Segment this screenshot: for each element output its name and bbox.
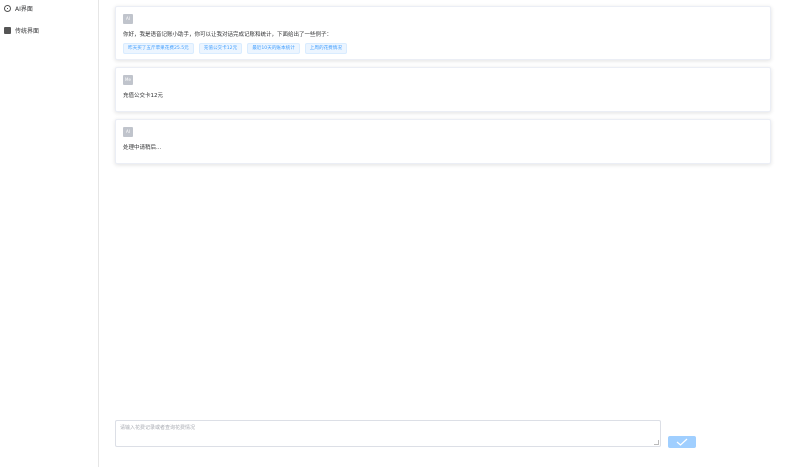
suggestion-tag[interactable]: 上周的花费情况: [304, 43, 347, 54]
sidebar-item-label: AI界面: [15, 5, 33, 13]
message-card: Me 充值公交卡12元: [115, 67, 771, 112]
send-button[interactable]: [668, 436, 696, 448]
suggestion-tag[interactable]: 昨天买了五斤苹果花费25.5元: [123, 43, 194, 54]
sidebar: AI界面 传统界面: [0, 0, 99, 467]
sidebar-item-ai[interactable]: AI界面: [4, 1, 33, 15]
ai-icon: [4, 4, 11, 12]
message-text: 你好，我是语音记账小助手，你可以让我对话完成记账和统计，下面给出了一些例子：: [123, 32, 333, 38]
clipboard-icon: [4, 26, 11, 34]
message-card: AI 处理中请稍后...: [115, 119, 771, 164]
suggestion-tag[interactable]: 充值公交卡12元: [198, 43, 243, 54]
avatar: AI: [123, 127, 133, 137]
message-text: 处理中请稍后...: [123, 145, 162, 151]
message-card: AI 你好，我是语音记账小助手，你可以让我对话完成记账和统计，下面给出了一些例子…: [115, 6, 771, 60]
suggestion-list: 昨天买了五斤苹果花费25.5元 充值公交卡12元 最近10天的账本统计 上周的花…: [123, 43, 347, 54]
check-icon: [676, 438, 688, 446]
message-text: 充值公交卡12元: [123, 93, 163, 99]
sidebar-item-label: 传统界面: [15, 27, 40, 35]
sidebar-item-traditional[interactable]: 传统界面: [4, 23, 39, 37]
avatar: Me: [123, 75, 133, 85]
message-input-box: [115, 420, 661, 447]
suggestion-tag[interactable]: 最近10天的账本统计: [247, 43, 300, 54]
resize-handle[interactable]: [654, 440, 659, 445]
message-input[interactable]: [116, 421, 660, 446]
avatar: AI: [123, 14, 133, 24]
